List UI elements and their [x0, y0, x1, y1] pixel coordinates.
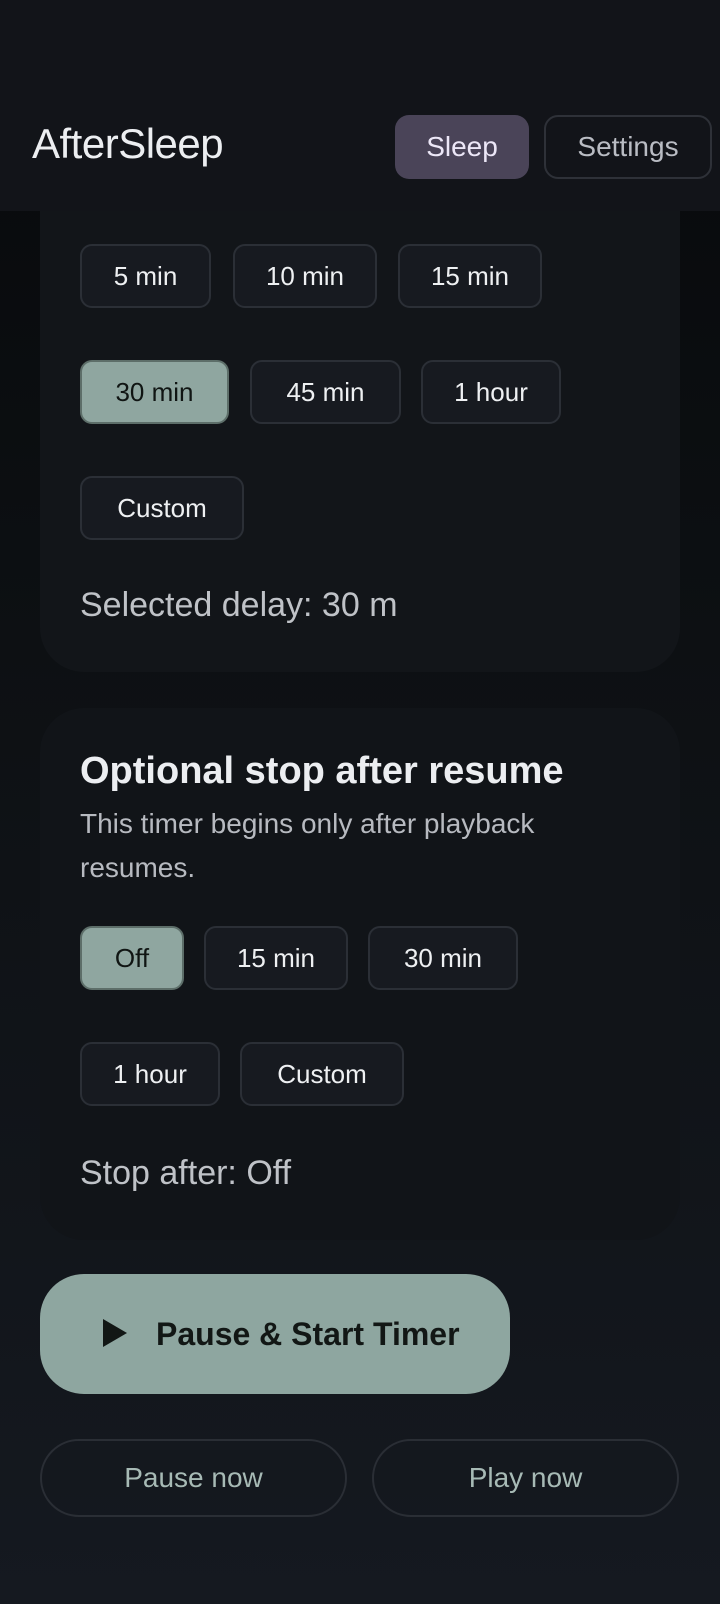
delay-chip-5-min[interactable]: 5 min [80, 244, 211, 308]
stop-card-description: This timer begins only after playback re… [80, 808, 535, 883]
top-app-bar: AfterSleep Sleep Settings [0, 0, 720, 211]
play-now-button[interactable]: Play now [372, 1439, 679, 1517]
delay-chip-custom[interactable]: Custom [80, 476, 244, 540]
delay-chip-30-min[interactable]: 30 min [80, 360, 229, 424]
delay-chip-1-hour[interactable]: 1 hour [421, 360, 561, 424]
nav-settings-button[interactable]: Settings [544, 115, 712, 179]
stop-chip-1-hour[interactable]: 1 hour [80, 1042, 220, 1106]
stop-chip-off[interactable]: Off [80, 926, 184, 990]
pause-and-start-timer-button[interactable]: Pause & Start Timer [40, 1274, 510, 1394]
app-title: AfterSleep [32, 120, 224, 167]
stop-chip-30-min[interactable]: 30 min [368, 926, 518, 990]
delay-chip-15-min[interactable]: 15 min [398, 244, 542, 308]
stop-chip-custom[interactable]: Custom [240, 1042, 404, 1106]
stop-after-status: Stop after: Off [80, 1154, 292, 1192]
primary-button-label: Pause & Start Timer [156, 1316, 460, 1352]
stop-after-resume-card: Optional stop after resume This timer be… [40, 708, 680, 1240]
selected-delay-status: Selected delay: 30 m [80, 586, 398, 624]
delay-chip-10-min[interactable]: 10 min [233, 244, 377, 308]
play-icon [103, 1319, 127, 1347]
stop-chip-15-min[interactable]: 15 min [204, 926, 348, 990]
pause-now-button[interactable]: Pause now [40, 1439, 347, 1517]
stop-card-title: Optional stop after resume [80, 750, 564, 792]
nav-sleep-button[interactable]: Sleep [395, 115, 529, 179]
delay-chip-45-min[interactable]: 45 min [250, 360, 401, 424]
